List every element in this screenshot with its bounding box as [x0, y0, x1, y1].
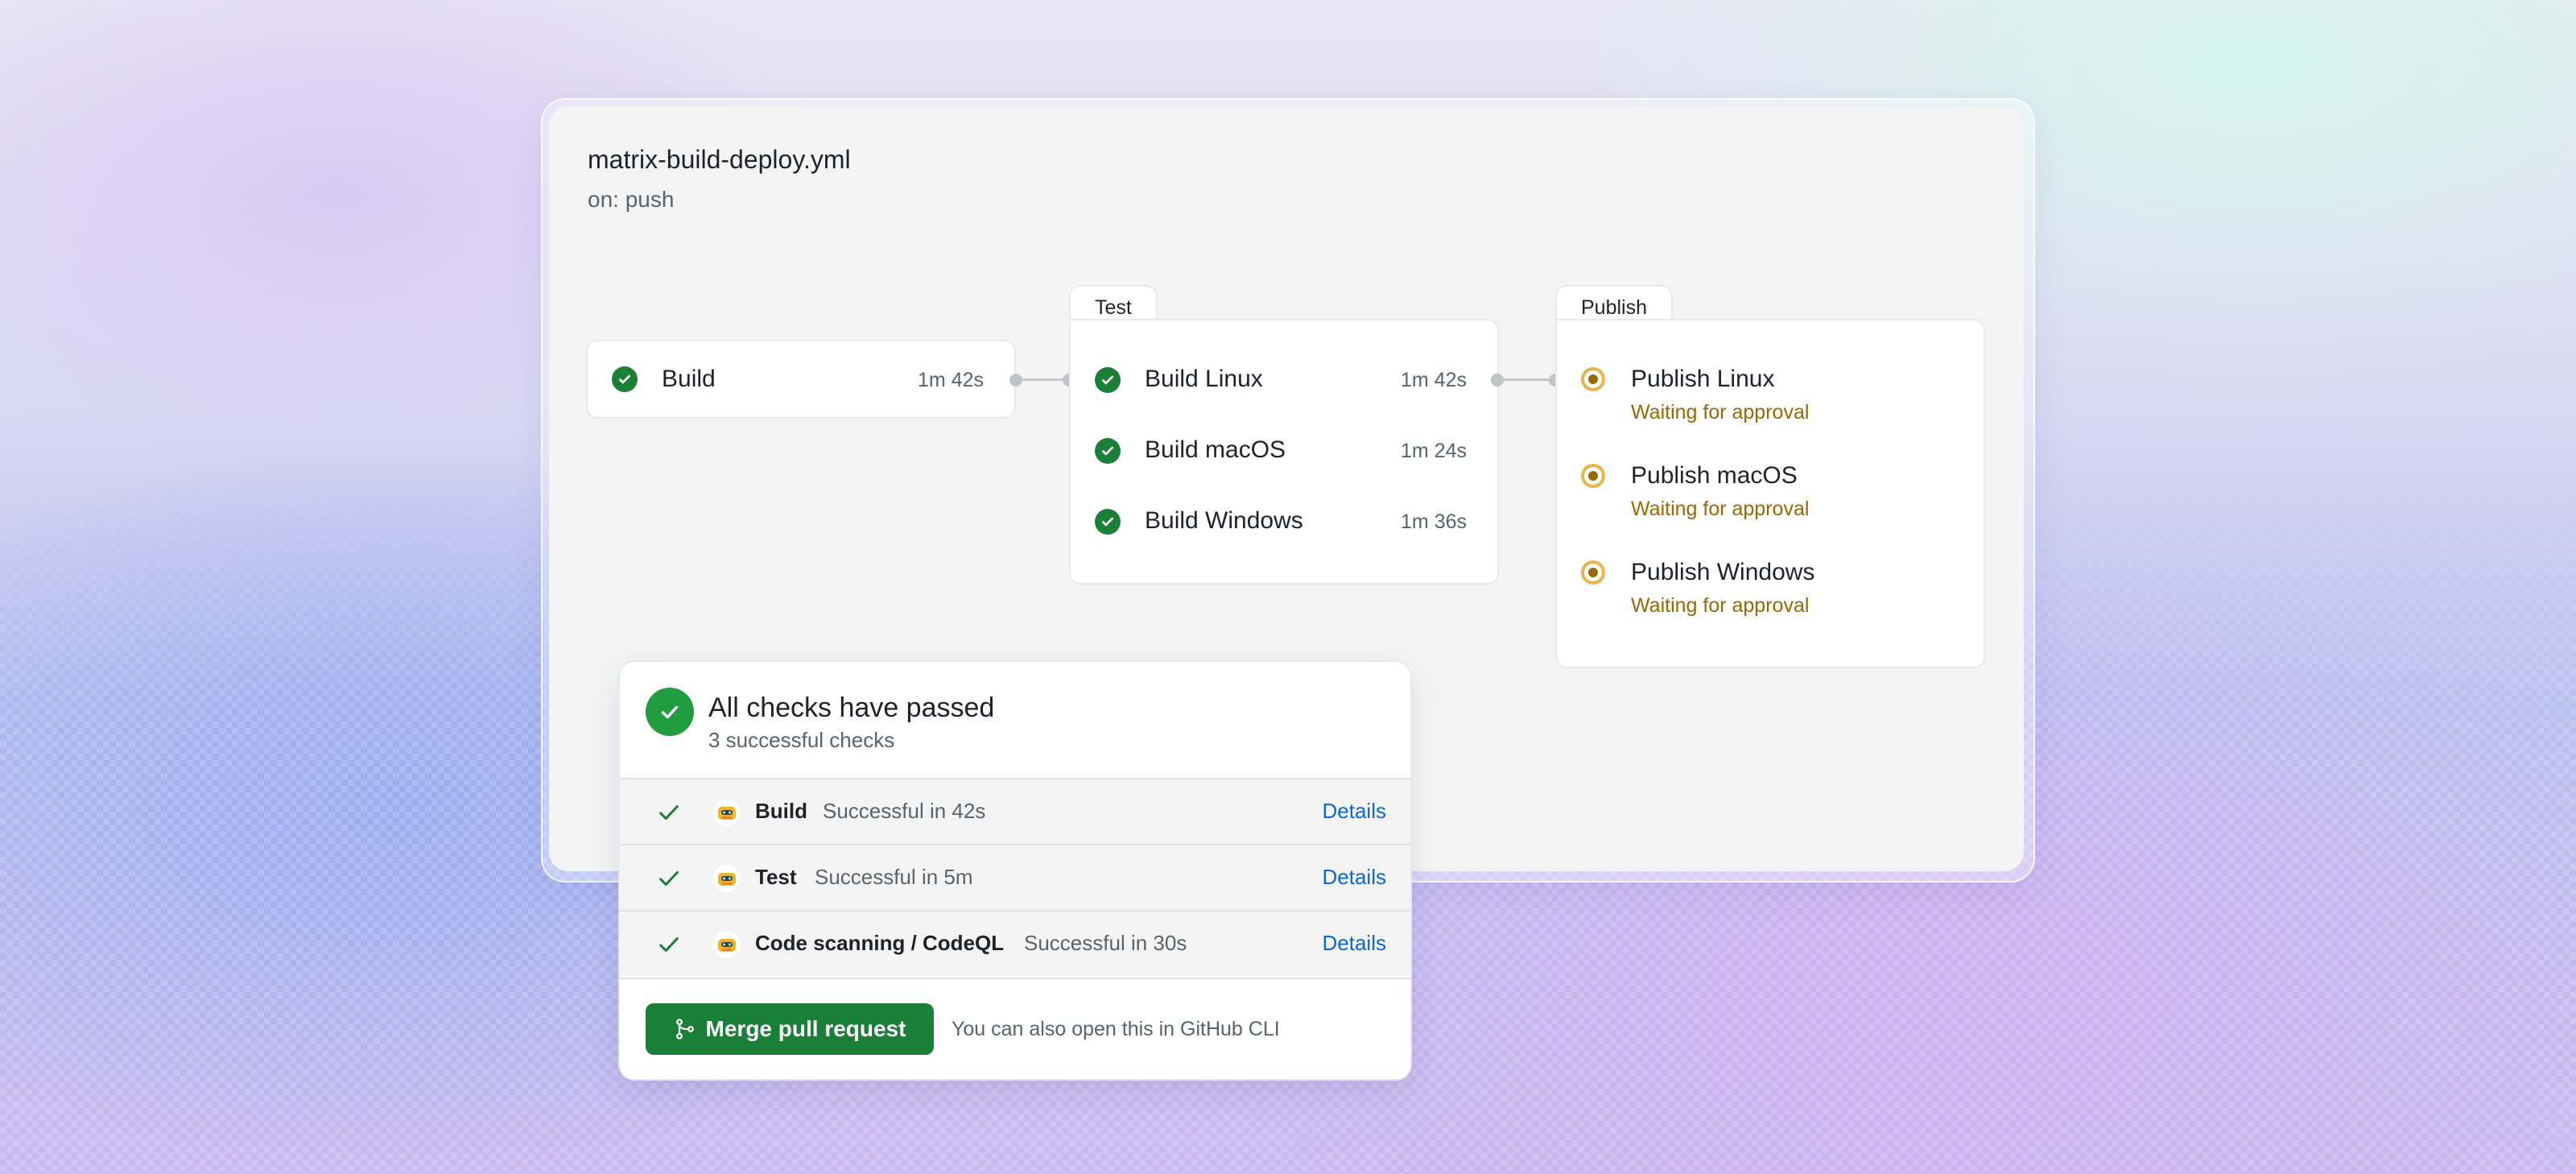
- check-status: Successful in 42s: [823, 799, 986, 823]
- job-build-linux[interactable]: Build Linux 1m 42s: [1071, 356, 1497, 404]
- check-row: Test Successful in 5m Details: [620, 844, 1410, 910]
- check-circle-icon: [1095, 367, 1121, 393]
- check-circle-icon: [1095, 509, 1121, 535]
- checks-title: All checks have passed: [708, 692, 995, 723]
- check-circle-icon: [646, 688, 694, 736]
- job-publish-linux[interactable]: Publish Linux Waiting for approval: [1557, 356, 1984, 428]
- check-row: Code scanning / CodeQL Successful in 30s…: [620, 910, 1410, 976]
- job-build[interactable]: Build 1m 42s: [588, 341, 1014, 417]
- check-circle-icon: [612, 366, 638, 392]
- check-icon: [657, 932, 681, 961]
- job-build-macos[interactable]: Build macOS 1m 24s: [1071, 427, 1497, 475]
- check-status: Successful in 5m: [815, 865, 973, 889]
- checks-panel: All checks have passed 3 successful chec…: [620, 662, 1410, 1079]
- group-tab-test: Test: [1071, 287, 1156, 322]
- job-name: Build Linux: [1145, 366, 1263, 392]
- job-duration: 1m 42s: [918, 369, 984, 391]
- connector-line: [1021, 378, 1066, 381]
- check-circle-icon: [1095, 438, 1121, 464]
- workflow-file-name: matrix-build-deploy.yml: [588, 145, 851, 174]
- job-group-publish: Publish Linux Waiting for approval Publi…: [1557, 320, 1984, 667]
- job-duration: 1m 36s: [1401, 511, 1467, 533]
- git-merge-icon: [675, 1019, 694, 1040]
- details-link[interactable]: Details: [1323, 931, 1386, 956]
- check-row: Build Successful in 42s Details: [620, 778, 1410, 844]
- waiting-icon: [1581, 560, 1605, 585]
- merge-pull-request-button[interactable]: Merge pull request: [646, 1003, 934, 1055]
- check-status: Successful in 30s: [1024, 931, 1187, 955]
- job-waiting-status: Waiting for approval: [1631, 594, 1810, 617]
- job-name: Build macOS: [1145, 436, 1286, 463]
- check-name: Test: [755, 865, 797, 889]
- job-waiting-status: Waiting for approval: [1631, 498, 1810, 520]
- actions-bot-avatar-icon: [713, 865, 741, 892]
- workflow-trigger: on: push: [588, 187, 675, 212]
- checks-footer: Merge pull request You can also open thi…: [620, 978, 1410, 1079]
- actions-bot-avatar-icon: [713, 799, 741, 826]
- job-publish-windows[interactable]: Publish Windows Waiting for approval: [1557, 549, 1984, 622]
- merge-button-label: Merge pull request: [705, 1016, 906, 1041]
- waiting-icon: [1581, 367, 1605, 391]
- job-group-test: Build Linux 1m 42s Build macOS 1m 24s Bu…: [1071, 320, 1497, 583]
- check-name: Code scanning / CodeQL: [755, 931, 1005, 955]
- job-duration: 1m 42s: [1401, 369, 1467, 391]
- group-tab-publish: Publish: [1557, 287, 1671, 322]
- waiting-icon: [1581, 464, 1605, 488]
- job-name: Build Windows: [1145, 507, 1303, 534]
- job-name: Publish macOS: [1631, 462, 1798, 489]
- job-duration: 1m 24s: [1401, 440, 1467, 462]
- job-name: Publish Windows: [1631, 559, 1815, 585]
- check-icon: [657, 866, 681, 895]
- details-link[interactable]: Details: [1323, 865, 1386, 890]
- job-name: Publish Linux: [1631, 366, 1775, 392]
- cli-note: You can also open this in GitHub CLI: [952, 1018, 1280, 1040]
- job-publish-macos[interactable]: Publish macOS Waiting for approval: [1557, 453, 1984, 525]
- check-icon: [657, 800, 681, 829]
- job-build-windows[interactable]: Build Windows 1m 36s: [1071, 498, 1497, 546]
- job-waiting-status: Waiting for approval: [1631, 401, 1810, 424]
- actions-bot-avatar-icon: [713, 931, 741, 958]
- check-name: Build: [755, 799, 807, 823]
- checks-header: All checks have passed 3 successful chec…: [620, 662, 1410, 778]
- checks-subtitle: 3 successful checks: [708, 728, 895, 752]
- job-name: Build: [662, 366, 716, 392]
- details-link[interactable]: Details: [1323, 799, 1386, 824]
- connector-line: [1502, 378, 1549, 381]
